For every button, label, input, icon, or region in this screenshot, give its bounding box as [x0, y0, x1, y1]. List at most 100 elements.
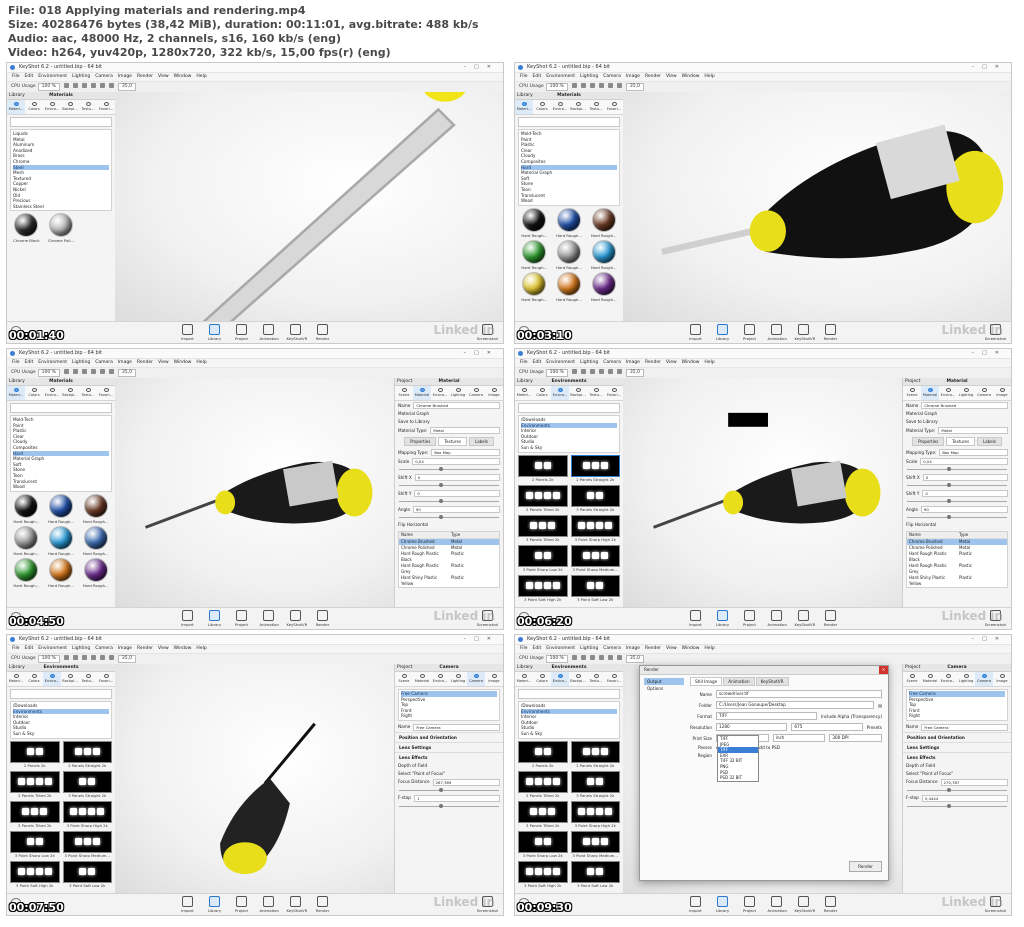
- material-sub-tab[interactable]: Textures: [946, 437, 976, 446]
- library-tab[interactable]: Favori...: [605, 672, 623, 686]
- tree-item[interactable]: Sun & Sky: [521, 731, 617, 737]
- material-sub-tab[interactable]: Labels: [469, 437, 494, 446]
- menu-item[interactable]: View: [158, 360, 169, 365]
- scale-slider[interactable]: [907, 467, 1007, 471]
- menu-item[interactable]: File: [12, 360, 20, 365]
- settings-icon[interactable]: [108, 369, 114, 374]
- material-swatch[interactable]: Hard Rough...: [553, 271, 586, 302]
- material-swatch[interactable]: Hard Rough...: [45, 525, 78, 556]
- menu-item[interactable]: File: [520, 360, 528, 365]
- close-icon[interactable]: [90, 655, 96, 660]
- library-tab[interactable]: Colors: [25, 100, 43, 114]
- project-tab[interactable]: Image: [485, 386, 503, 400]
- refresh-icon[interactable]: [81, 655, 87, 660]
- f-stop-slider[interactable]: [907, 803, 1007, 808]
- window-controls[interactable]: –□✕: [464, 635, 499, 644]
- menu-item[interactable]: Environment: [38, 646, 67, 651]
- folder-icon[interactable]: ▤: [878, 703, 882, 708]
- library-tab[interactable]: Colors: [533, 672, 551, 686]
- menu-item[interactable]: Help: [196, 360, 206, 365]
- bottom-animation-button[interactable]: Animation: [260, 610, 279, 627]
- lens-settings-section[interactable]: Lens Settings: [903, 741, 1011, 752]
- environment-thumbnail[interactable]: 3 Point Soft Low 2k: [570, 860, 620, 888]
- project-tab[interactable]: Material: [921, 672, 939, 686]
- material-graph-button[interactable]: Material Graph: [395, 410, 503, 418]
- menu-item[interactable]: Image: [626, 74, 640, 79]
- select-point-of-focus-button[interactable]: Select "Point of Focus": [395, 770, 503, 778]
- menu-item[interactable]: Camera: [95, 360, 113, 365]
- close-icon[interactable]: ✕: [879, 666, 888, 674]
- angle-input[interactable]: 90: [412, 506, 500, 513]
- library-tab[interactable]: Enviro...: [43, 386, 61, 400]
- camera-item[interactable]: Right: [909, 713, 1005, 719]
- library-tab[interactable]: Materi...: [515, 100, 533, 114]
- bottom-keyshotvr-button[interactable]: KeyShotVR: [795, 324, 815, 341]
- bottom-project-button[interactable]: Project: [233, 610, 251, 627]
- pause-icon[interactable]: [63, 655, 69, 660]
- material-swatch[interactable]: Chrome Black: [10, 213, 43, 243]
- cpu-usage-select[interactable]: 100 %: [37, 655, 60, 663]
- library-tab[interactable]: Colors: [533, 386, 551, 400]
- environment-thumbnail[interactable]: 3 Point Sharp High 2k: [570, 514, 620, 542]
- library-search-input[interactable]: [10, 117, 112, 127]
- scale-input[interactable]: 0,04: [920, 458, 1008, 465]
- mapping-type-select[interactable]: Box Map: [431, 449, 500, 456]
- menu-item[interactable]: Render: [137, 360, 153, 365]
- environment-thumbnail[interactable]: 3 Point Sharp Medium...: [570, 544, 620, 572]
- menu-item[interactable]: Image: [118, 360, 132, 365]
- flip-horizontal-checkbox[interactable]: Flip Horizontal: [395, 521, 503, 529]
- menu-item[interactable]: Help: [196, 646, 206, 651]
- environment-thumbnail[interactable]: 3 Point Sharp Medium...: [62, 830, 112, 858]
- menu-item[interactable]: View: [666, 646, 677, 651]
- menu-item[interactable]: Image: [118, 646, 132, 651]
- list-row[interactable]: Hard Rough Plastic Black Plastic: [907, 551, 1007, 563]
- list-row[interactable]: Hard Rough Plastic Black Plastic: [399, 551, 499, 563]
- library-tab[interactable]: Favori...: [97, 386, 115, 400]
- scale-slider[interactable]: [399, 467, 499, 471]
- material-sub-tab[interactable]: Textures: [438, 437, 468, 446]
- list-row[interactable]: Hard Rough Plastic Grey Plastic: [399, 563, 499, 575]
- environment-thumbnail[interactable]: 2 Panels Straight 2k: [62, 740, 112, 768]
- library-tab[interactable]: Backpl...: [61, 672, 79, 686]
- bottom-render-button[interactable]: Render: [314, 324, 332, 341]
- pause-icon[interactable]: [72, 83, 78, 88]
- library-search-input[interactable]: [10, 689, 112, 699]
- menu-item[interactable]: File: [520, 74, 528, 79]
- project-tab[interactable]: Image: [485, 672, 503, 686]
- library-tab[interactable]: Backpl...: [569, 672, 587, 686]
- material-swatch[interactable]: Hard Rough...: [518, 207, 551, 238]
- project-tab[interactable]: Image: [993, 672, 1011, 686]
- mapping-type-select[interactable]: Box Map: [939, 449, 1008, 456]
- f-stop-input[interactable]: 0,4444: [921, 794, 1008, 802]
- menu-item[interactable]: Lighting: [72, 74, 90, 79]
- environment-thumbnail[interactable]: 2 Panels 2k: [518, 740, 568, 768]
- angle-slider[interactable]: [907, 515, 1007, 519]
- resolution-height-input[interactable]: 675: [791, 723, 863, 731]
- environment-thumbnail[interactable]: 3 Point Sharp High 2k: [62, 800, 112, 828]
- menu-item[interactable]: Image: [626, 360, 640, 365]
- list-row[interactable]: Hard Shiny Plastic Yellow Plastic: [907, 575, 1007, 587]
- pause-icon[interactable]: [63, 83, 69, 88]
- refresh-icon[interactable]: [589, 369, 595, 374]
- menu-item[interactable]: Lighting: [72, 360, 90, 365]
- menu-item[interactable]: Image: [626, 646, 640, 651]
- shift-y-slider[interactable]: [399, 499, 499, 503]
- menu-item[interactable]: View: [158, 74, 169, 79]
- menu-item[interactable]: Edit: [25, 74, 34, 79]
- environment-thumbnail[interactable]: 3 Point Sharp Low 2k: [518, 830, 568, 858]
- library-tab[interactable]: Enviro...: [551, 386, 569, 400]
- menu-item[interactable]: Edit: [25, 646, 34, 651]
- library-search-input[interactable]: [518, 117, 620, 127]
- menu-item[interactable]: Help: [196, 74, 206, 79]
- environment-thumbnail[interactable]: 2 Panels Tilted 2k: [10, 770, 60, 798]
- menu-item[interactable]: Render: [645, 360, 661, 365]
- project-tab[interactable]: Scene: [395, 386, 413, 400]
- pause-icon[interactable]: [580, 655, 586, 660]
- download-icon[interactable]: [607, 655, 613, 660]
- menu-item[interactable]: Camera: [603, 646, 621, 651]
- library-tab[interactable]: Enviro...: [43, 100, 61, 114]
- bottom-import-button[interactable]: Import: [179, 896, 197, 913]
- passes-section[interactable]: Passes: [690, 745, 712, 750]
- material-swatch[interactable]: Hard Rough...: [10, 525, 43, 556]
- settings-icon[interactable]: [616, 83, 622, 88]
